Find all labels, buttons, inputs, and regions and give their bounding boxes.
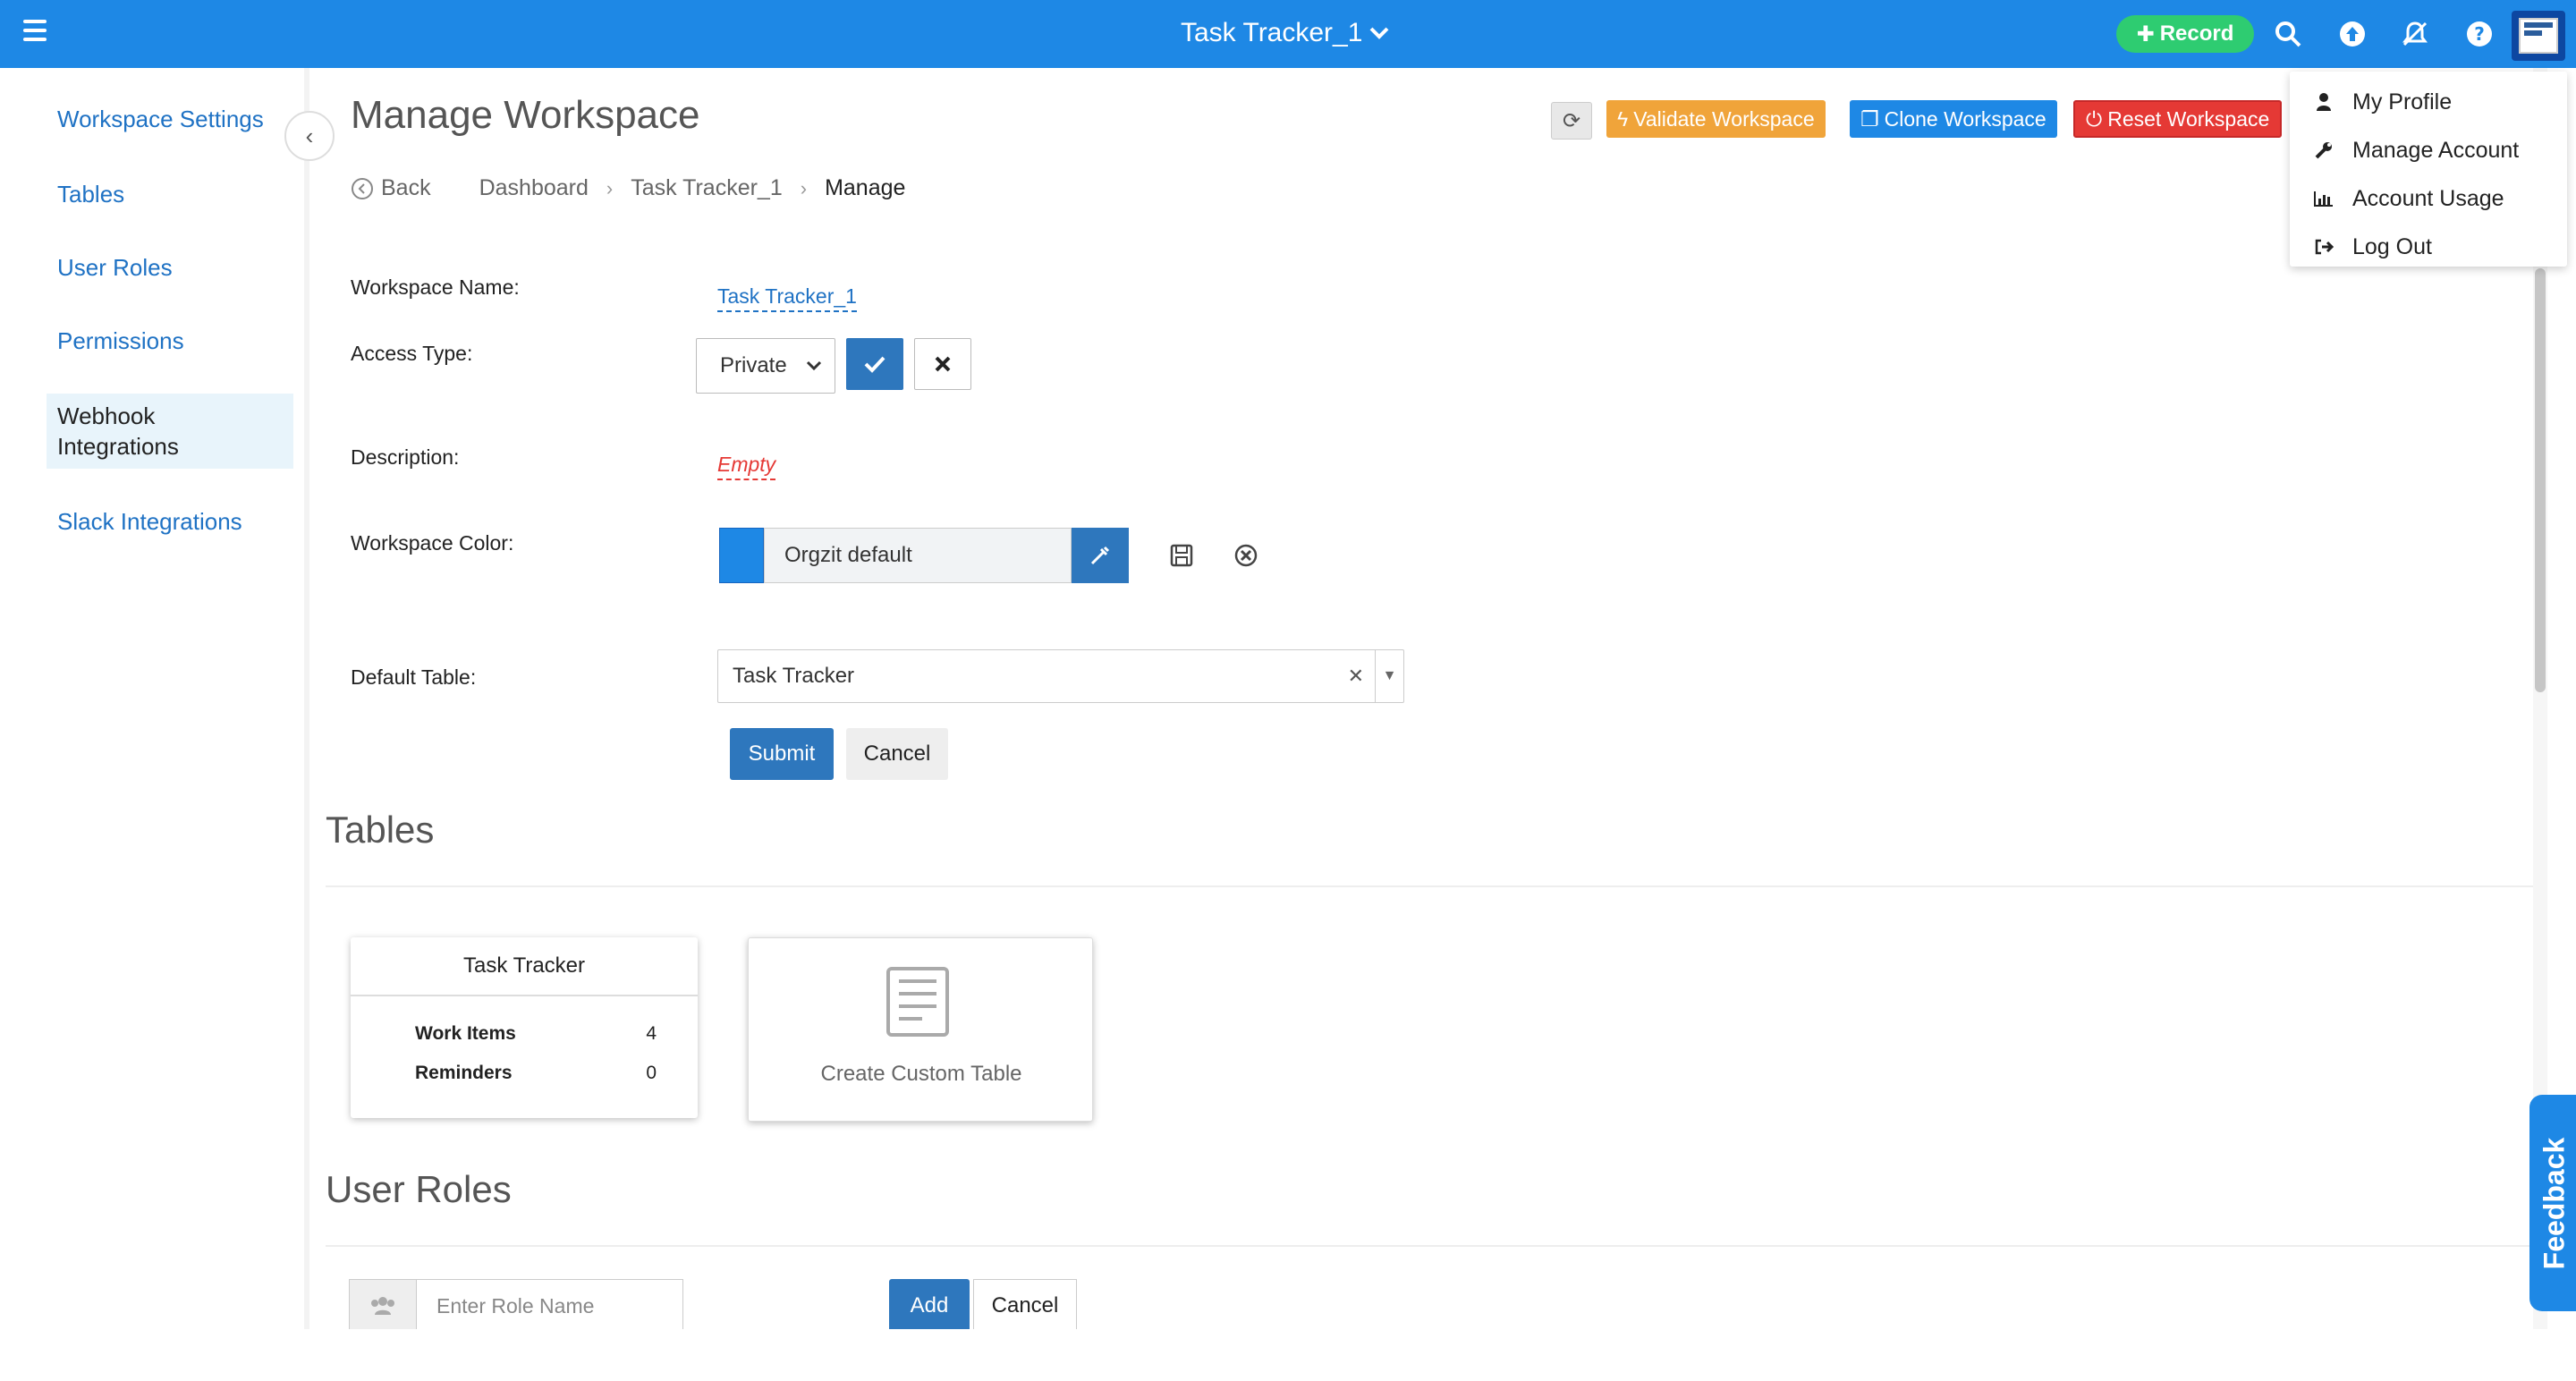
cancel-button[interactable]: Cancel bbox=[846, 728, 948, 780]
add-role-button[interactable]: Add bbox=[889, 1279, 970, 1333]
breadcrumb: Back Dashboard › Task Tracker_1 › Manage bbox=[351, 175, 905, 201]
tables-section-title: Tables bbox=[326, 809, 435, 851]
chevron-left-icon: ‹ bbox=[305, 122, 314, 149]
user-avatar-button[interactable] bbox=[2512, 11, 2565, 61]
search-icon[interactable] bbox=[2272, 18, 2304, 50]
clear-icon[interactable]: ✕ bbox=[1348, 665, 1364, 688]
cancel-access-button[interactable] bbox=[914, 338, 971, 390]
section-divider bbox=[326, 885, 2535, 887]
eyedropper-icon bbox=[1090, 546, 1110, 565]
user-menu: My Profile Manage Account Account Usage … bbox=[2290, 72, 2567, 267]
menu-item-log-out[interactable]: Log Out bbox=[2313, 229, 2432, 265]
workspace-name-editable[interactable]: Task Tracker_1 bbox=[717, 284, 857, 312]
create-custom-table-card[interactable]: Create Custom Table bbox=[748, 937, 1093, 1122]
workspace-title: Task Tracker_1 bbox=[1181, 18, 1363, 47]
color-picker-button[interactable] bbox=[1072, 528, 1129, 583]
clone-workspace-button[interactable]: ❐ Clone Workspace bbox=[1850, 100, 2057, 138]
bottom-strip bbox=[0, 1329, 2576, 1381]
avatar bbox=[2519, 18, 2558, 54]
copy-icon: ❐ bbox=[1860, 106, 1879, 131]
upload-icon[interactable] bbox=[2336, 18, 2368, 50]
help-icon[interactable]: ? bbox=[2463, 18, 2496, 50]
workspace-switcher[interactable]: Task Tracker_1 bbox=[1181, 13, 1389, 54]
menu-item-account-usage[interactable]: Account Usage bbox=[2313, 181, 2504, 216]
user-roles-section-title: User Roles bbox=[326, 1168, 512, 1210]
workspace-color-label: Workspace Color: bbox=[351, 531, 514, 555]
table-card-task-tracker[interactable]: Task Tracker Work Items 4 Reminders 0 bbox=[351, 937, 698, 1118]
power-icon: ⏻ bbox=[2086, 106, 2103, 131]
back-arrow-icon bbox=[352, 177, 373, 199]
create-custom-table-label: Create Custom Table bbox=[820, 1062, 1022, 1086]
breadcrumb-workspace[interactable]: Task Tracker_1 bbox=[631, 175, 783, 201]
bar-chart-icon bbox=[2313, 190, 2334, 208]
default-table-label: Default Table: bbox=[351, 665, 477, 689]
hamburger-menu-icon[interactable] bbox=[23, 20, 47, 41]
table-card-row: Work Items 4 bbox=[415, 1023, 657, 1044]
color-swatch[interactable] bbox=[719, 528, 764, 583]
users-icon bbox=[349, 1279, 417, 1333]
close-icon bbox=[935, 356, 951, 372]
logout-icon bbox=[2313, 238, 2334, 256]
chevron-down-icon bbox=[806, 360, 822, 371]
validate-workspace-button[interactable]: ϟ Validate Workspace bbox=[1606, 100, 1826, 138]
workspace-name-label: Workspace Name: bbox=[351, 275, 520, 299]
breadcrumb-separator-icon: › bbox=[606, 176, 614, 199]
check-icon bbox=[864, 356, 886, 373]
reset-color-icon[interactable] bbox=[1231, 540, 1261, 571]
sidebar-item-webhook-integrations[interactable]: Webhook Integrations bbox=[47, 394, 293, 469]
scrollbar-thumb[interactable] bbox=[2535, 268, 2546, 692]
back-link[interactable]: Back bbox=[351, 175, 431, 201]
wrench-icon bbox=[2313, 140, 2334, 160]
bolt-icon: ϟ bbox=[1617, 106, 1629, 131]
document-edit-icon bbox=[886, 967, 949, 1037]
menu-item-manage-account[interactable]: Manage Account bbox=[2313, 132, 2519, 168]
page-title: Manage Workspace bbox=[351, 93, 700, 137]
table-card-title: Task Tracker bbox=[351, 937, 698, 996]
feedback-tab[interactable]: Feedback bbox=[2529, 1095, 2576, 1311]
access-type-label: Access Type: bbox=[351, 342, 473, 365]
refresh-button[interactable]: ⟳ bbox=[1551, 102, 1592, 140]
plus-icon: ✚ bbox=[2136, 21, 2155, 47]
menu-item-my-profile[interactable]: My Profile bbox=[2313, 84, 2452, 120]
save-icon[interactable] bbox=[1166, 540, 1197, 571]
svg-text:?: ? bbox=[2474, 23, 2485, 45]
description-editable[interactable]: Empty bbox=[717, 453, 776, 480]
default-table-select[interactable]: Task Tracker ✕ ▼ bbox=[717, 649, 1404, 703]
collapse-sidebar-button[interactable]: ‹ bbox=[284, 111, 335, 161]
sidebar-item-workspace-settings[interactable]: Workspace Settings bbox=[47, 104, 293, 134]
table-card-row: Reminders 0 bbox=[415, 1063, 657, 1083]
breadcrumb-dashboard[interactable]: Dashboard bbox=[479, 175, 589, 201]
description-label: Description: bbox=[351, 445, 460, 469]
sidebar: Workspace Settings Tables User Roles Per… bbox=[0, 68, 309, 1329]
dropdown-arrow-icon[interactable]: ▼ bbox=[1375, 650, 1403, 702]
role-name-input[interactable]: Enter Role Name bbox=[417, 1279, 683, 1333]
notifications-off-icon[interactable] bbox=[2399, 18, 2431, 50]
record-button[interactable]: ✚ Record bbox=[2116, 15, 2254, 53]
sidebar-item-tables[interactable]: Tables bbox=[47, 179, 293, 209]
user-icon bbox=[2313, 92, 2334, 112]
reset-workspace-button[interactable]: ⏻ Reset Workspace bbox=[2073, 100, 2283, 138]
submit-button[interactable]: Submit bbox=[730, 728, 834, 780]
cancel-role-button[interactable]: Cancel bbox=[973, 1279, 1077, 1333]
sidebar-item-user-roles[interactable]: User Roles bbox=[47, 252, 293, 283]
sidebar-item-permissions[interactable]: Permissions bbox=[47, 326, 293, 356]
breadcrumb-current: Manage bbox=[825, 175, 906, 200]
confirm-access-button[interactable] bbox=[846, 338, 903, 390]
refresh-icon: ⟳ bbox=[1562, 108, 1581, 133]
access-type-select[interactable]: Private bbox=[696, 338, 835, 394]
breadcrumb-separator-icon: › bbox=[800, 176, 808, 199]
sidebar-item-slack-integrations[interactable]: Slack Integrations bbox=[47, 506, 293, 537]
chevron-down-icon bbox=[1370, 27, 1389, 39]
top-bar: Task Tracker_1 ✚ Record ? bbox=[0, 0, 2576, 68]
color-name-field[interactable]: Orgzit default bbox=[764, 528, 1072, 583]
section-divider bbox=[326, 1245, 2535, 1247]
